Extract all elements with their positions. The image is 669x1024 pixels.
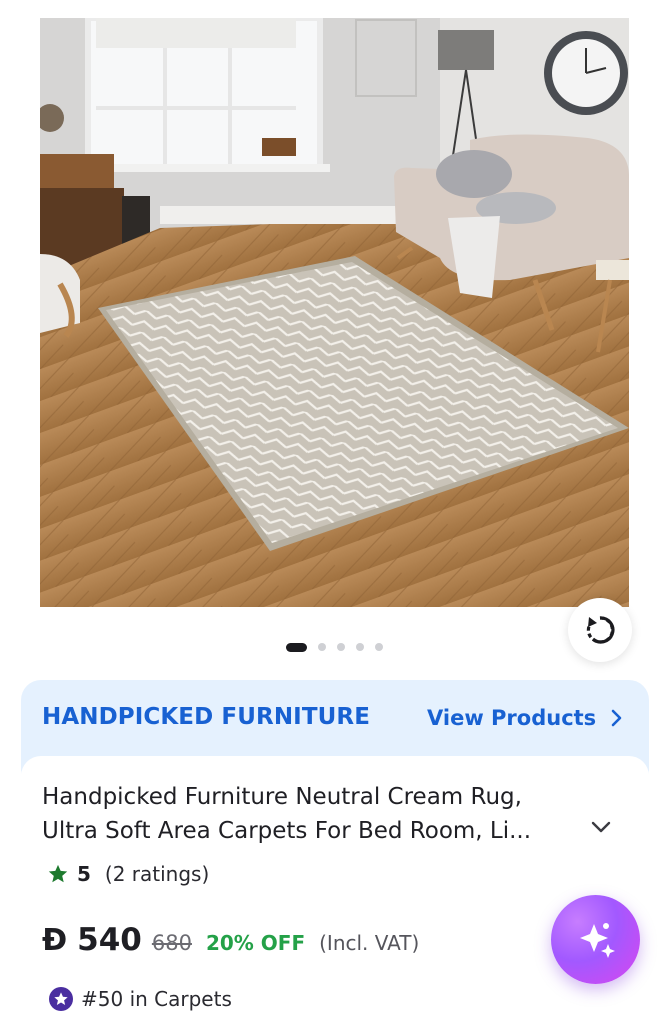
currency-symbol: Đ	[42, 923, 68, 958]
carousel-dot[interactable]	[356, 643, 364, 651]
chevron-down-icon	[591, 821, 611, 833]
product-title-line-1: Handpicked Furniture Neutral Cream Rug,	[42, 784, 522, 810]
current-price: 540	[77, 922, 142, 958]
view-products-link[interactable]: View Products	[427, 704, 624, 732]
carousel-indicator	[0, 642, 669, 652]
ratings-count: (2 ratings)	[104, 862, 210, 886]
expand-title-button[interactable]	[590, 820, 612, 839]
rating-score: 5	[77, 862, 91, 886]
rotate-view-button[interactable]	[568, 598, 632, 662]
price-row: Đ 540 680 20% OFF (Incl. VAT)	[42, 922, 419, 964]
carousel-dot[interactable]	[375, 643, 383, 651]
carousel-dot[interactable]	[318, 643, 326, 651]
sparkle-assistant-icon	[579, 922, 615, 958]
chevron-right-icon	[611, 709, 622, 727]
product-details-card: Handpicked Furniture Neutral Cream Rug, …	[21, 756, 649, 1024]
carousel-dot[interactable]	[286, 642, 307, 652]
discount-label: 20% OFF	[205, 931, 306, 955]
carousel-dot[interactable]	[337, 643, 345, 651]
assistant-button[interactable]	[551, 895, 640, 984]
star-badge-icon	[49, 987, 73, 1011]
original-price: 680	[151, 931, 192, 955]
vat-note: (Incl. VAT)	[319, 931, 420, 955]
view-products-label: View Products	[427, 706, 597, 730]
rug-photo	[40, 18, 629, 607]
product-title-line-2: Ultra Soft Area Carpets For Bed Room, Li…	[42, 818, 532, 844]
product-image[interactable]	[40, 18, 629, 607]
rating-summary[interactable]: 5 (2 ratings)	[47, 860, 209, 888]
category-rank-label: #50 in Carpets	[81, 987, 232, 1011]
product-title[interactable]: Handpicked Furniture Neutral Cream Rug, …	[42, 780, 582, 848]
brand-name: HANDPICKED FURNITURE	[42, 704, 371, 730]
star-icon	[48, 864, 68, 883]
category-rank[interactable]: #50 in Carpets	[49, 984, 232, 1014]
